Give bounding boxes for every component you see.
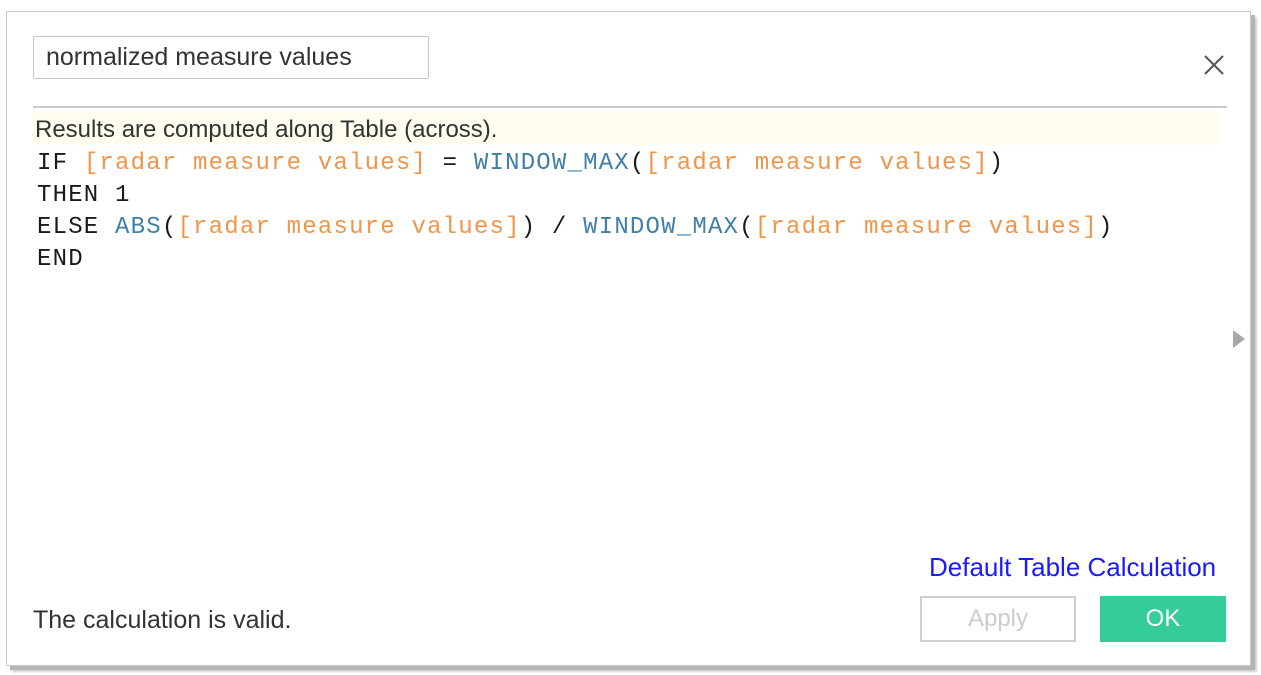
keyword-token: IF (37, 150, 84, 177)
operator-token: ) (988, 150, 1005, 177)
validation-status: The calculation is valid. (33, 606, 292, 634)
close-icon (1204, 55, 1224, 75)
header-divider (33, 106, 1227, 108)
results-note: Results are computed along Table (across… (35, 116, 498, 143)
operator-token: ( (629, 150, 646, 177)
formula-line: IF [radar measure values] = WINDOW_MAX([… (37, 148, 1217, 180)
field-token: [radar measure values] (83, 150, 428, 177)
formula-line: END (37, 244, 1217, 276)
calculation-editor-dialog: Results are computed along Table (across… (6, 11, 1251, 666)
results-info-bar: Results are computed along Table (across… (33, 111, 1219, 145)
keyword-token: ELSE (37, 214, 116, 241)
ok-button[interactable]: OK (1100, 596, 1226, 642)
field-token: [radar measure values] (754, 214, 1099, 241)
operator-token: ( (161, 214, 178, 241)
function-token: ABS (115, 214, 162, 241)
formula-line: ELSE ABS([radar measure values]) / WINDO… (37, 212, 1217, 244)
calculation-name-input[interactable] (33, 36, 429, 79)
operator-token: ( (739, 214, 755, 241)
field-token: [radar measure values] (177, 214, 521, 241)
function-token: WINDOW_MAX (473, 150, 630, 177)
field-token: [radar measure values] (645, 150, 989, 177)
close-button[interactable] (1197, 48, 1231, 82)
operator-token: = (427, 150, 474, 177)
formula-line: THEN 1 (37, 180, 1217, 212)
operator-token: ) / (520, 214, 584, 241)
formula-editor[interactable]: IF [radar measure values] = WINDOW_MAX([… (37, 148, 1217, 548)
function-token: WINDOW_MAX (583, 214, 740, 241)
operator-token: ) (1098, 214, 1114, 241)
expand-arrow-icon[interactable] (1233, 330, 1245, 348)
keyword-token: END (37, 246, 84, 273)
keyword-token: THEN 1 (37, 182, 131, 209)
default-table-calculation-link[interactable]: Default Table Calculation (929, 552, 1216, 583)
apply-button[interactable]: Apply (920, 596, 1076, 642)
